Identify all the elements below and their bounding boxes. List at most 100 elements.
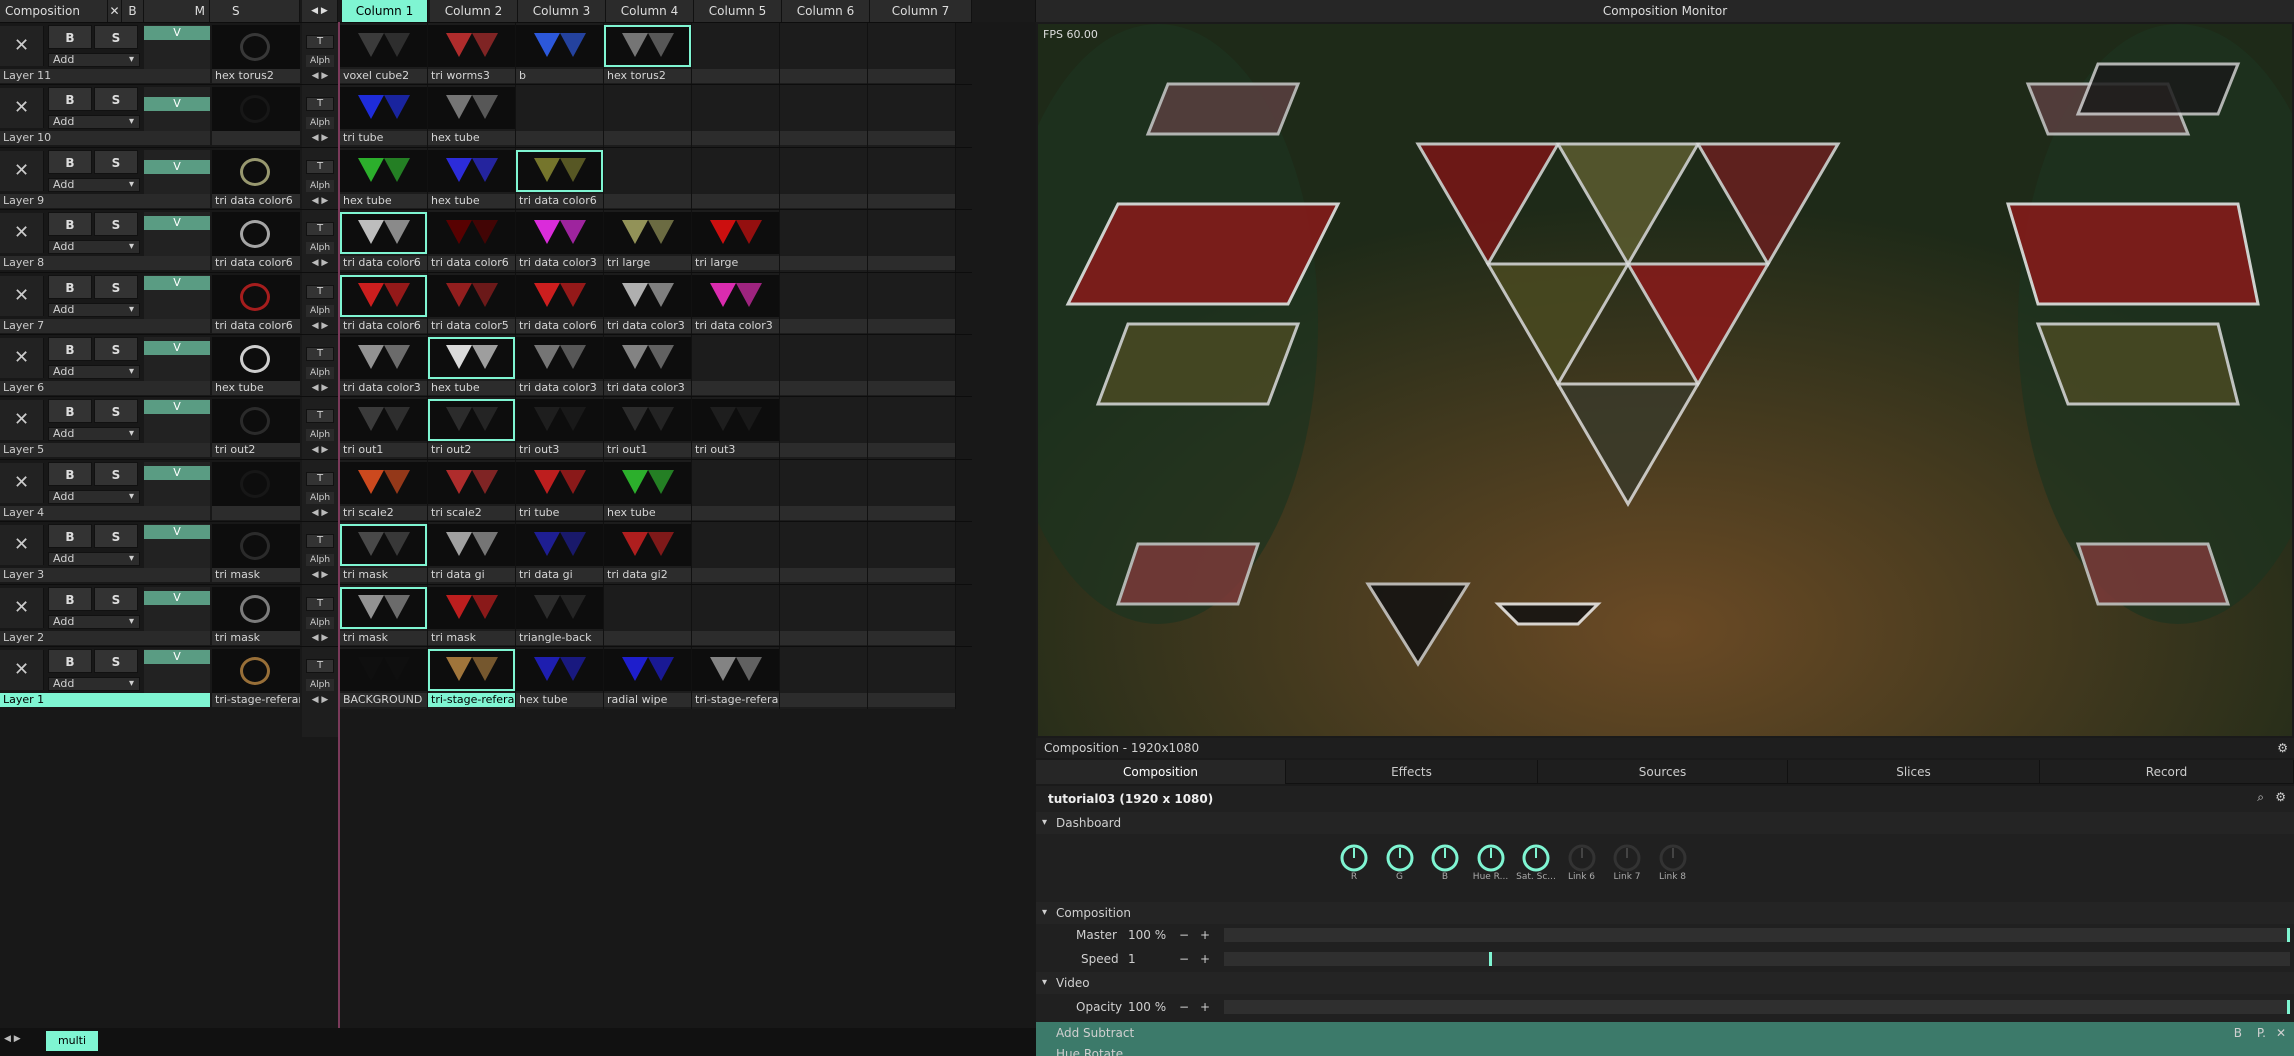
- layer-alpha-button[interactable]: Alph: [306, 429, 334, 442]
- clip-thumbnail[interactable]: [428, 649, 515, 691]
- deck-tab-multi[interactable]: multi: [46, 1031, 98, 1051]
- clip-slot[interactable]: tri mask: [428, 584, 516, 647]
- clip-slot[interactable]: [868, 272, 956, 335]
- clip-slot[interactable]: [868, 584, 956, 647]
- layer-nav[interactable]: ◀ ▶: [306, 443, 334, 457]
- layer-bypass-button[interactable]: B: [48, 586, 92, 611]
- layer-add-dropdown[interactable]: Add: [48, 302, 140, 317]
- column-header-1[interactable]: Column 1: [342, 0, 428, 22]
- clip-slot[interactable]: [692, 522, 780, 585]
- clip-slot[interactable]: [516, 85, 604, 148]
- clip-slot[interactable]: tri out3: [692, 397, 780, 460]
- layer-alpha-button[interactable]: Alph: [306, 304, 334, 317]
- clip-thumbnail[interactable]: [340, 149, 427, 192]
- clip-slot[interactable]: BACKGROUND: [340, 647, 428, 709]
- clip-slot[interactable]: [868, 335, 956, 397]
- clip-thumbnail[interactable]: [340, 461, 427, 504]
- layer-video-toggle[interactable]: V: [144, 590, 210, 605]
- dashboard-knob[interactable]: R: [1334, 838, 1374, 882]
- clip-slot[interactable]: [780, 23, 868, 85]
- speed-value[interactable]: 1: [1128, 948, 1136, 970]
- clip-slot[interactable]: [868, 147, 956, 210]
- layer-solo-button[interactable]: S: [94, 25, 138, 49]
- clip-slot[interactable]: [780, 272, 868, 335]
- column-header-6[interactable]: Column 6: [782, 0, 870, 22]
- clip-slot[interactable]: [868, 210, 956, 273]
- layer-transition-button[interactable]: T: [306, 471, 334, 486]
- column-header-4[interactable]: Column 4: [606, 0, 694, 22]
- layer-name[interactable]: Layer 1: [0, 693, 210, 707]
- layer-bypass-button[interactable]: B: [48, 87, 92, 112]
- layer-solo-button[interactable]: S: [94, 149, 138, 174]
- layer-add-dropdown[interactable]: Add: [48, 115, 140, 130]
- clip-slot[interactable]: [780, 147, 868, 210]
- clip-slot[interactable]: tri large: [692, 210, 780, 273]
- layer-name[interactable]: Layer 8: [0, 256, 210, 271]
- clip-slot[interactable]: [780, 210, 868, 273]
- layer-video-toggle[interactable]: V: [144, 275, 210, 290]
- layer-name[interactable]: Layer 5: [0, 443, 210, 458]
- dashboard-knob[interactable]: B: [1425, 838, 1465, 882]
- dashboard-knob[interactable]: Link 7: [1607, 838, 1647, 882]
- opacity-minus[interactable]: −: [1179, 996, 1189, 1018]
- layer-bypass-button[interactable]: B: [48, 524, 92, 549]
- layer-nav[interactable]: ◀ ▶: [306, 131, 334, 145]
- clip-slot[interactable]: tri worms3: [428, 23, 516, 85]
- clip-slot[interactable]: [780, 335, 868, 397]
- search-icon[interactable]: ⌕: [2257, 790, 2264, 805]
- column-header-2[interactable]: Column 2: [430, 0, 518, 22]
- layer-nav[interactable]: ◀ ▶: [306, 381, 334, 395]
- clip-slot[interactable]: [868, 459, 956, 522]
- layer-video-toggle[interactable]: V: [144, 650, 210, 664]
- speed-plus[interactable]: +: [1200, 948, 1210, 970]
- clip-slot[interactable]: tri data color5: [428, 272, 516, 335]
- speed-slider[interactable]: [1224, 952, 2290, 966]
- clip-thumbnail[interactable]: [604, 25, 691, 67]
- layer-alpha-button[interactable]: Alph: [306, 179, 334, 192]
- layer-close-button[interactable]: ✕: [0, 338, 44, 378]
- clip-slot[interactable]: tri data color3: [692, 272, 780, 335]
- layer-video-toggle[interactable]: V: [144, 465, 210, 480]
- clip-slot[interactable]: [868, 397, 956, 460]
- layer-name[interactable]: Layer 3: [0, 568, 210, 583]
- clip-thumbnail[interactable]: [604, 461, 691, 504]
- layer-add-dropdown[interactable]: Add: [48, 427, 140, 442]
- clip-thumbnail[interactable]: [604, 399, 691, 442]
- clip-slot[interactable]: tri scale2: [340, 459, 428, 522]
- clip-thumbnail[interactable]: [340, 649, 427, 691]
- layer-close-button[interactable]: ✕: [0, 462, 44, 503]
- clip-slot[interactable]: tri data color3: [340, 335, 428, 397]
- clip-slot[interactable]: tri scale2: [428, 459, 516, 522]
- clip-slot[interactable]: tri-stage-referance: [692, 647, 780, 709]
- clip-slot[interactable]: [692, 147, 780, 210]
- layer-nav[interactable]: ◀ ▶: [306, 194, 334, 208]
- layer-alpha-button[interactable]: Alph: [306, 616, 334, 629]
- layer-bypass-button[interactable]: B: [48, 337, 92, 361]
- clip-slot[interactable]: [868, 85, 956, 148]
- column-header-3[interactable]: Column 3: [518, 0, 606, 22]
- layer-bypass-button[interactable]: B: [48, 461, 92, 486]
- layer-close-button[interactable]: ✕: [0, 88, 44, 129]
- layer-nav[interactable]: ◀ ▶: [306, 69, 334, 83]
- layer-alpha-button[interactable]: Alph: [306, 367, 334, 379]
- layer-name[interactable]: Layer 2: [0, 630, 210, 645]
- column-header-5[interactable]: Column 5: [694, 0, 782, 22]
- master-slider[interactable]: [1224, 928, 2290, 942]
- layer-solo-button[interactable]: S: [94, 524, 138, 549]
- clip-slot[interactable]: radial wipe: [604, 647, 692, 709]
- clip-slot[interactable]: [604, 85, 692, 148]
- layer-video-toggle[interactable]: V: [144, 26, 210, 40]
- layer-alpha-button[interactable]: Alph: [306, 679, 334, 691]
- speed-minus[interactable]: −: [1179, 948, 1189, 970]
- clip-slot[interactable]: [692, 584, 780, 647]
- layer-transition-button[interactable]: T: [306, 596, 334, 611]
- clip-slot[interactable]: tri out3: [516, 397, 604, 460]
- layer-alpha-button[interactable]: Alph: [306, 242, 334, 255]
- layer-add-dropdown[interactable]: Add: [48, 552, 140, 567]
- clip-slot[interactable]: [604, 147, 692, 210]
- clip-slot[interactable]: tri data gi: [516, 522, 604, 585]
- layer-close-button[interactable]: ✕: [0, 650, 44, 690]
- layer-name[interactable]: Layer 4: [0, 505, 210, 520]
- layer-close-button[interactable]: ✕: [0, 587, 44, 628]
- clip-thumbnail[interactable]: [428, 149, 515, 192]
